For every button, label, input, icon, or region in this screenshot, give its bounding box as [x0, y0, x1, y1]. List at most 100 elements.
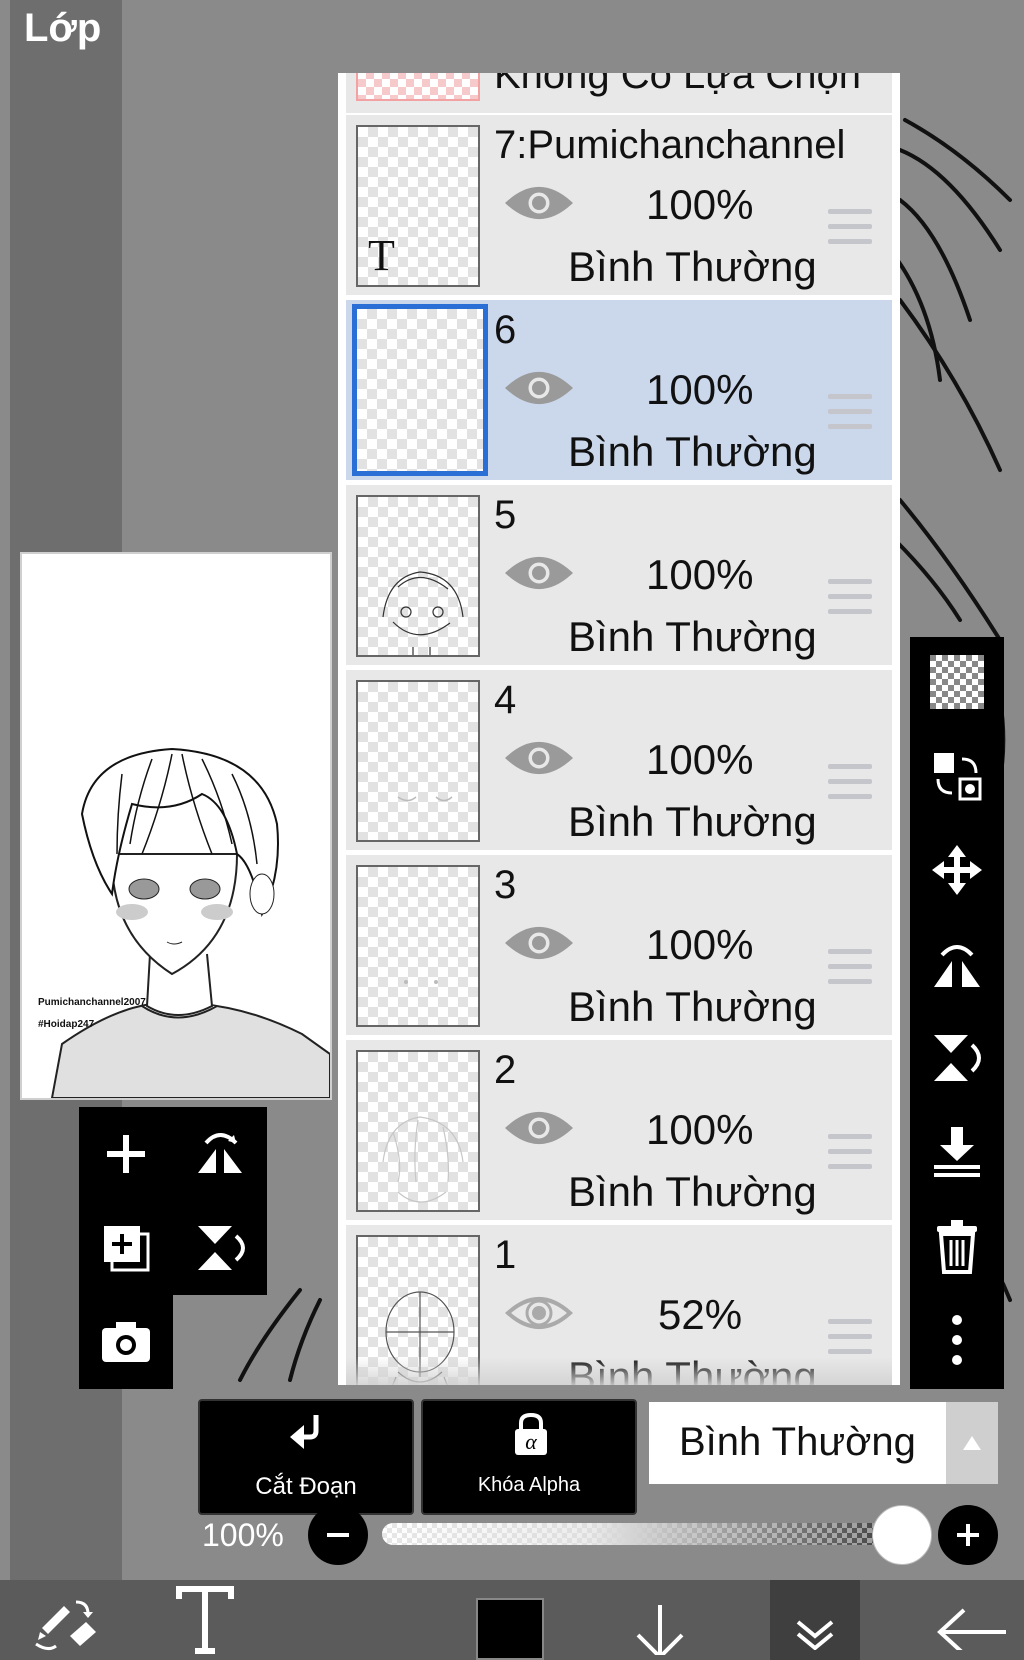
layer-sketch-preview	[382, 571, 464, 655]
merge-down-button[interactable]	[910, 1107, 1004, 1197]
collapse-icon	[796, 1620, 834, 1650]
brush-eraser-swap-button[interactable]	[10, 1580, 120, 1660]
layer-row-3[interactable]: 3 100% Bình Thường	[346, 855, 892, 1038]
layer-thumbnail[interactable]	[356, 1050, 480, 1212]
layer-opacity: 52%	[658, 1291, 743, 1338]
drag-handle-icon[interactable]	[828, 764, 872, 800]
layer-opacity: 100%	[646, 921, 754, 968]
visibility-toggle[interactable]	[504, 181, 574, 225]
drag-handle-icon[interactable]	[828, 394, 872, 430]
more-options-button[interactable]	[910, 1295, 1004, 1385]
layer-opacity: 100%	[646, 366, 754, 413]
layer-row-2[interactable]: 2 100% Bình Thường	[346, 1040, 892, 1223]
plus-icon	[957, 1524, 979, 1546]
opacity-row: 100%	[0, 1505, 1024, 1567]
layer-row-6[interactable]: 6 100% Bình Thường	[346, 300, 892, 483]
layer-row-4[interactable]: 4 100% Bình Thường	[346, 670, 892, 853]
layer-opacity: 100%	[646, 551, 754, 598]
clipping-button[interactable]: Cắt Đoạn	[198, 1399, 414, 1515]
drag-handle-icon[interactable]	[828, 949, 872, 985]
flip-horizontal-button[interactable]	[173, 1107, 267, 1201]
layer-blend-mode: Bình Thường	[568, 1168, 817, 1215]
visibility-toggle[interactable]	[504, 736, 574, 780]
layer-list[interactable]: Không Có Lựa Chọn T 7:Pumichanchannel 100%…	[346, 73, 892, 1385]
swap-layer-button[interactable]	[910, 731, 1004, 821]
eye-icon	[505, 1297, 573, 1329]
opacity-decrease-button[interactable]	[308, 1505, 368, 1565]
back-arrow-icon	[937, 1608, 1006, 1650]
layer-name: 5	[494, 493, 517, 537]
minus-icon	[327, 1533, 349, 1537]
selection-layer-row[interactable]: Không Có Lựa Chọn	[346, 73, 892, 113]
color-swatch[interactable]	[476, 1598, 544, 1660]
layer-thumbnail[interactable]	[356, 680, 480, 842]
collapse-button[interactable]	[770, 1580, 860, 1660]
layer-blend-mode: Bình Thường	[568, 613, 817, 660]
opacity-slider[interactable]	[382, 1523, 902, 1545]
layer-blend-mode: Bình Thường	[568, 983, 817, 1030]
layer-thumbnail[interactable]	[352, 304, 488, 476]
back-button[interactable]	[920, 1580, 1020, 1660]
opacity-slider-knob[interactable]	[872, 1505, 932, 1565]
clipping-label: Cắt Đoạn	[255, 1473, 357, 1500]
layer-name: 4	[494, 678, 517, 722]
merge-down-icon	[934, 1127, 980, 1177]
text-tool-button[interactable]	[160, 1580, 250, 1660]
lock-icon: α	[515, 1412, 547, 1455]
drag-handle-icon[interactable]	[828, 1134, 872, 1170]
visibility-toggle[interactable]	[504, 921, 574, 965]
right-toolbar	[910, 637, 1004, 1389]
flip-vertical-button[interactable]	[173, 1201, 267, 1295]
eye-icon	[505, 742, 573, 774]
blend-mode-dropdown-button[interactable]	[946, 1402, 998, 1484]
transparent-fill-button[interactable]	[910, 637, 1004, 727]
visibility-toggle[interactable]	[504, 366, 574, 410]
eye-icon	[505, 187, 573, 219]
layer-row-5[interactable]: 5 100% Bình Thường	[346, 485, 892, 668]
delete-layer-button[interactable]	[910, 1201, 1004, 1291]
text-layer-icon: T	[368, 231, 395, 280]
drag-handle-icon[interactable]	[828, 1319, 872, 1355]
drag-handle-icon[interactable]	[828, 579, 872, 615]
move-layer-button[interactable]	[910, 825, 1004, 915]
arrow-down-icon	[636, 1605, 684, 1655]
blend-mode-select[interactable]: Bình Thường	[649, 1402, 947, 1484]
flip-vertical-icon	[198, 1226, 245, 1270]
flip-layer-horizontal-button[interactable]	[910, 919, 1004, 1009]
layer-row-7[interactable]: T 7:Pumichanchannel 100% Bình Thường	[346, 115, 892, 298]
alpha-glyph: α	[525, 1429, 537, 1454]
visibility-toggle[interactable]	[504, 1106, 574, 1150]
canvas-preview[interactable]: Pumichanchannel2007 #Hoidap247	[20, 552, 332, 1100]
layers-panel[interactable]: Không Có Lựa Chọn T 7:Pumichanchannel 100%…	[338, 73, 900, 1385]
opacity-value-label: 100%	[202, 1517, 284, 1553]
duplicate-layer-button[interactable]	[79, 1201, 173, 1295]
watermark-line1: Pumichanchannel2007	[38, 997, 146, 1008]
alpha-lock-button[interactable]: α Khóa Alpha	[421, 1399, 637, 1515]
flip-layer-vertical-button[interactable]	[910, 1013, 1004, 1103]
layer-sketch-preview	[404, 980, 438, 984]
layer-opacity: 100%	[646, 181, 754, 228]
blend-mode-value: Bình Thường	[679, 1420, 916, 1464]
eye-icon	[505, 557, 573, 589]
layer-thumbnail[interactable]	[356, 495, 480, 657]
layer-thumbnail[interactable]: T	[356, 125, 480, 287]
drag-handle-icon[interactable]	[828, 209, 872, 245]
arrow-down-button[interactable]	[620, 1580, 700, 1660]
layer-blend-mode: Bình Thường	[568, 428, 817, 475]
opacity-increase-button[interactable]	[938, 1505, 998, 1565]
selection-layer-label: Không Có Lựa Chọn	[494, 73, 862, 97]
layer-sketch-preview	[382, 1116, 464, 1203]
layer-opacity: 100%	[646, 1106, 754, 1153]
layer-sketch-preview	[397, 796, 453, 802]
visibility-toggle[interactable]	[504, 551, 574, 595]
watermark-line2: #Hoidap247	[38, 1019, 95, 1030]
add-layer-button[interactable]	[79, 1107, 173, 1201]
layer-name: 1	[494, 1233, 517, 1277]
eye-icon	[505, 372, 573, 404]
flip-h-icon	[934, 945, 980, 987]
clipping-arrow-icon	[290, 1415, 319, 1449]
camera-button[interactable]	[79, 1295, 173, 1389]
layer-thumbnail[interactable]	[356, 865, 480, 1027]
visibility-toggle[interactable]	[504, 1291, 574, 1335]
layer-tool-grid	[79, 1107, 267, 1389]
